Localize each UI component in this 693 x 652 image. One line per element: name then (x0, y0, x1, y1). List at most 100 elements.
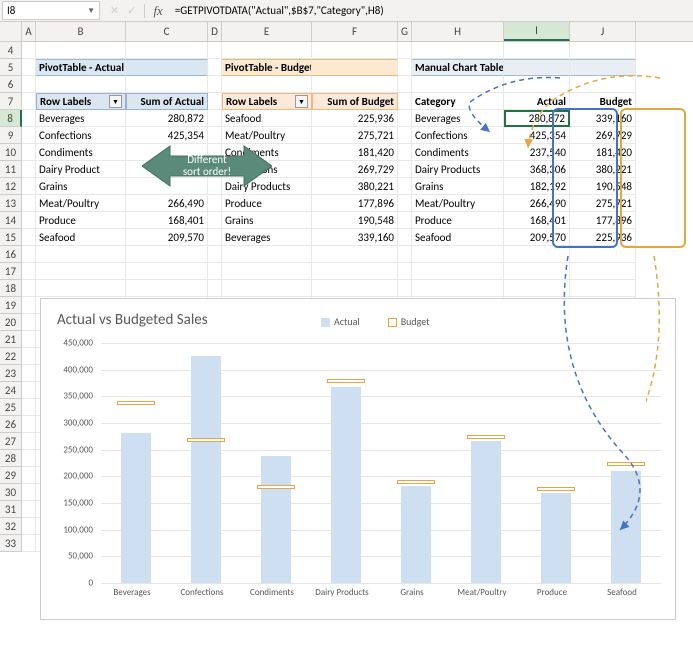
cell[interactable] (570, 280, 636, 297)
row-header[interactable]: 9 (0, 127, 22, 144)
manual-budget-value[interactable]: 269,729 (570, 127, 636, 144)
pivot-budget-title[interactable]: PivotTable - Budget (222, 59, 312, 76)
cell[interactable] (22, 212, 36, 229)
cell[interactable] (22, 535, 36, 552)
cell[interactable] (398, 212, 412, 229)
cell[interactable] (22, 42, 36, 59)
cell[interactable] (398, 229, 412, 246)
cell[interactable] (208, 195, 222, 212)
cell[interactable] (312, 42, 398, 59)
manual-budget-value[interactable]: 190,548 (570, 178, 636, 195)
cell[interactable] (412, 76, 504, 93)
cell[interactable] (504, 59, 570, 76)
manual-budget-value[interactable]: 339,160 (570, 110, 636, 127)
row-header[interactable]: 26 (0, 416, 22, 433)
cell[interactable] (312, 280, 398, 297)
cell[interactable] (570, 263, 636, 280)
cell[interactable] (126, 59, 208, 76)
pivot-budget-value[interactable]: 339,160 (312, 229, 398, 246)
cell[interactable] (22, 178, 36, 195)
cell[interactable] (398, 246, 412, 263)
row-header[interactable]: 8 (0, 110, 22, 127)
manual-category-header[interactable]: Category (412, 93, 504, 110)
row-header[interactable]: 32 (0, 518, 22, 535)
cell[interactable] (222, 76, 312, 93)
row-header[interactable]: 31 (0, 501, 22, 518)
row-header[interactable]: 21 (0, 331, 22, 348)
cell[interactable] (312, 76, 398, 93)
pivot-actual-label[interactable]: Condiments (36, 144, 126, 161)
cell[interactable] (22, 59, 36, 76)
row-header[interactable]: 28 (0, 450, 22, 467)
row-header[interactable]: 23 (0, 365, 22, 382)
chart[interactable]: Actual vs Budgeted Sales Actual Budget B… (40, 298, 676, 620)
cell[interactable] (208, 110, 222, 127)
manual-category[interactable]: Produce (412, 212, 504, 229)
col-header[interactable]: F (312, 22, 398, 41)
cell[interactable] (398, 110, 412, 127)
cell[interactable] (22, 110, 36, 127)
cell[interactable] (208, 229, 222, 246)
pivot-actual-label[interactable]: Confections (36, 127, 126, 144)
cell[interactable] (208, 42, 222, 59)
row-header[interactable]: 27 (0, 433, 22, 450)
manual-actual-header[interactable]: Actual (504, 93, 570, 110)
pivot-sum-header[interactable]: Sum of Budget (312, 93, 398, 110)
row-header[interactable]: 4 (0, 42, 22, 59)
manual-actual-value[interactable]: 209,570 (504, 229, 570, 246)
pivot-sum-header[interactable]: Sum of Actual (126, 93, 208, 110)
cell[interactable] (398, 263, 412, 280)
row-header[interactable]: 33 (0, 535, 22, 552)
cell[interactable] (208, 212, 222, 229)
cell[interactable] (22, 501, 36, 518)
pivot-actual-label[interactable]: Produce (36, 212, 126, 229)
pivot-actual-value[interactable]: 209,570 (126, 229, 208, 246)
cell[interactable] (398, 42, 412, 59)
chevron-down-icon[interactable]: ▼ (87, 6, 95, 16)
row-header[interactable]: 16 (0, 246, 22, 263)
cell[interactable] (126, 76, 208, 93)
pivot-actual-label[interactable]: Seafood (36, 229, 126, 246)
cell[interactable] (22, 450, 36, 467)
cell[interactable] (126, 42, 208, 59)
cell[interactable] (126, 263, 208, 280)
cell[interactable] (36, 42, 126, 59)
cell[interactable] (208, 246, 222, 263)
cell[interactable] (22, 246, 36, 263)
cell[interactable] (222, 246, 312, 263)
cell[interactable] (22, 331, 36, 348)
pivot-budget-value[interactable]: 269,729 (312, 161, 398, 178)
cell[interactable] (504, 263, 570, 280)
cell[interactable] (22, 433, 36, 450)
row-header[interactable]: 17 (0, 263, 22, 280)
cell[interactable] (22, 229, 36, 246)
cell[interactable] (504, 42, 570, 59)
cell[interactable] (22, 416, 36, 433)
manual-actual-value[interactable]: 168,401 (504, 212, 570, 229)
manual-budget-value[interactable]: 275,721 (570, 195, 636, 212)
row-header[interactable]: 5 (0, 59, 22, 76)
select-all-cell[interactable] (0, 22, 22, 42)
row-header[interactable]: 7 (0, 93, 22, 110)
cell[interactable] (22, 76, 36, 93)
cell[interactable] (222, 280, 312, 297)
row-header[interactable]: 20 (0, 314, 22, 331)
pivot-budget-label[interactable]: Beverages (222, 229, 312, 246)
cell[interactable] (22, 314, 36, 331)
row-header[interactable]: 11 (0, 161, 22, 178)
cell[interactable] (570, 76, 636, 93)
col-header[interactable]: C (126, 22, 208, 41)
manual-budget-value[interactable]: 177,896 (570, 212, 636, 229)
manual-budget-value[interactable]: 380,221 (570, 161, 636, 178)
cell[interactable] (36, 76, 126, 93)
row-header[interactable]: 25 (0, 399, 22, 416)
cell[interactable] (22, 484, 36, 501)
manual-category[interactable]: Grains (412, 178, 504, 195)
cell[interactable] (208, 280, 222, 297)
manual-actual-value[interactable]: 368,306 (504, 161, 570, 178)
cell[interactable] (398, 127, 412, 144)
row-header[interactable]: 6 (0, 76, 22, 93)
fx-icon[interactable]: fx (153, 3, 162, 19)
cell[interactable] (412, 263, 504, 280)
pivot-actual-label[interactable]: Grains (36, 178, 126, 195)
